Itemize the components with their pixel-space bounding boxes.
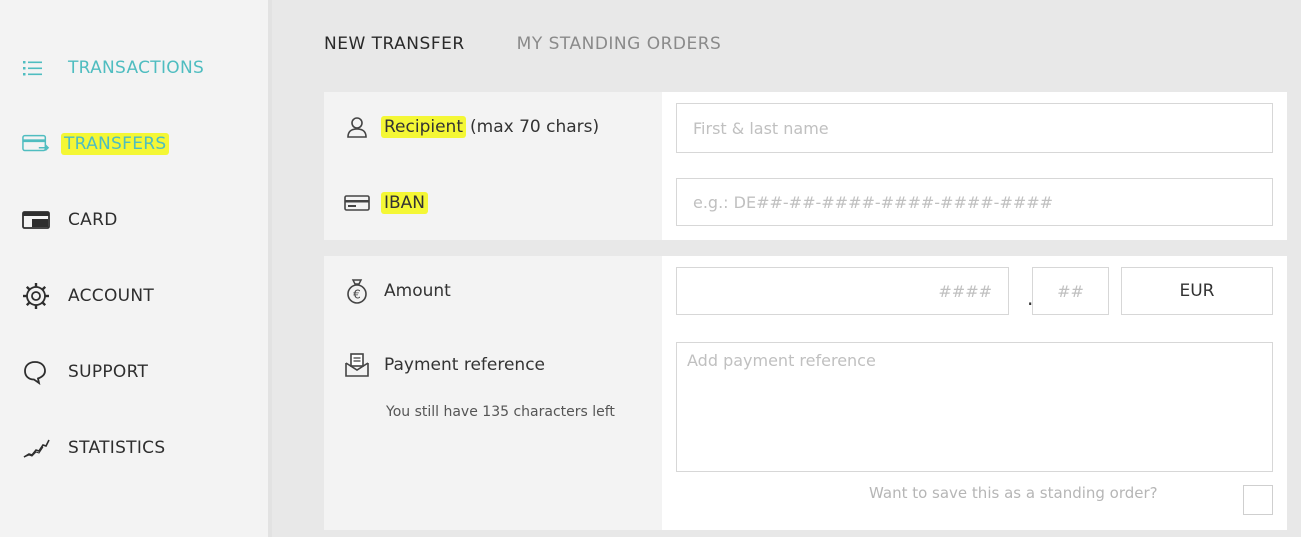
list-icon [22,54,50,82]
iban-label: IBAN [344,190,429,216]
iban-label-text: IBAN [381,192,429,214]
sidebar-item-account[interactable]: ACCOUNT [22,276,154,316]
highlighted-label: TRANSFERS [61,133,170,155]
sidebar-item-transactions[interactable]: TRANSACTIONS [22,48,204,88]
money-bag-euro-icon: € [344,278,370,304]
tab-bar: NEW TRANSFER MY STANDING ORDERS [324,34,721,54]
sidebar-item-support[interactable]: SUPPORT [22,352,148,392]
sidebar-item-card[interactable]: CARD [22,200,118,240]
amount-whole-input[interactable] [676,267,1009,315]
recipient-panel: Recipient (max 70 chars) IBAN [324,92,1287,240]
chat-bubble-icon [22,358,50,386]
recipient-sublabel: (max 70 chars) [470,117,600,137]
reference-label-text: Payment reference [384,355,546,375]
reference-label: Payment reference [344,352,545,378]
sidebar-item-transfers[interactable]: TRANSFERS [22,124,170,164]
sidebar: TRANSACTIONS TRANSFERS CARD ACCOUNT SUPP… [0,0,272,537]
amount-cents-input[interactable] [1032,267,1109,315]
sidebar-item-label: CARD [68,210,118,230]
standing-order-checkbox[interactable] [1243,485,1273,515]
recipient-label: Recipient (max 70 chars) [344,114,599,140]
transfer-card-icon [22,130,50,158]
person-icon [344,114,370,140]
payment-reference-textarea[interactable] [676,342,1273,472]
currency-select[interactable]: EUR [1121,267,1273,315]
characters-remaining-text: You still have 135 characters left [386,404,615,420]
standing-order-label: Want to save this as a standing order? [869,484,1158,502]
svg-text:€: € [353,288,361,302]
sidebar-item-statistics[interactable]: STATISTICS [22,428,165,468]
iban-input[interactable] [676,178,1273,226]
sidebar-item-label: SUPPORT [68,362,149,382]
envelope-document-icon [344,352,370,378]
tab-my-standing-orders[interactable]: MY STANDING ORDERS [517,34,722,54]
amount-label-text: Amount [384,281,451,301]
amount-panel: € Amount . EUR Payment reference You sti… [324,256,1287,530]
sidebar-item-label: TRANSACTIONS [68,58,205,78]
bank-card-icon [344,190,370,216]
sidebar-item-label: TRANSFERS [61,133,170,155]
trend-chart-icon [22,434,50,462]
card-icon [22,206,50,234]
sidebar-item-label: ACCOUNT [68,286,155,306]
gear-icon [22,282,50,310]
sidebar-item-label: STATISTICS [68,438,166,458]
amount-label: € Amount [344,278,451,304]
tab-new-transfer[interactable]: NEW TRANSFER [324,34,465,54]
recipient-label-text: Recipient [381,116,466,138]
recipient-name-input[interactable] [676,103,1273,153]
